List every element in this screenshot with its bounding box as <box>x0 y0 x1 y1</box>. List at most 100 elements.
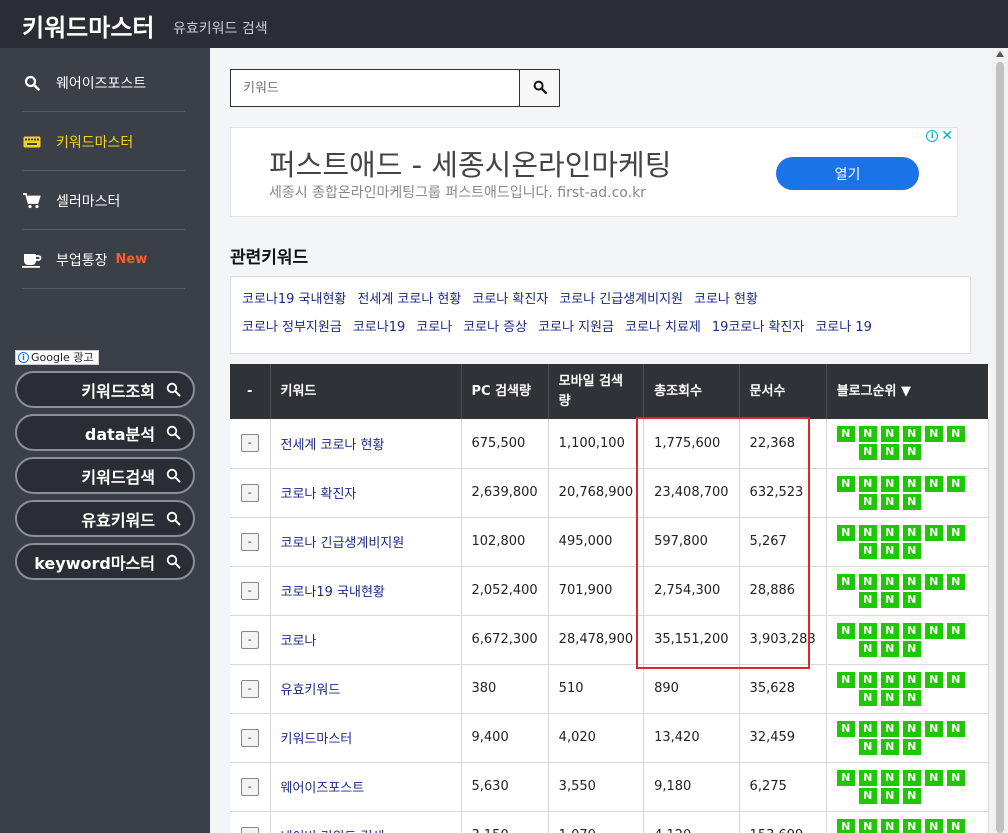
naver-rank-badge[interactable]: N <box>836 769 855 786</box>
naver-rank-badge[interactable]: N <box>836 573 855 590</box>
keyword-cell[interactable]: 코로나19 국내현황 <box>270 566 462 616</box>
naver-rank-badge[interactable]: N <box>924 769 943 786</box>
remove-row-button[interactable]: - <box>240 630 259 649</box>
sidebar-item-side-job[interactable]: 부업통장 New <box>22 231 185 289</box>
google-ad-label[interactable]: i Google 광고 <box>15 350 99 365</box>
naver-rank-badge[interactable]: N <box>836 818 855 833</box>
naver-rank-badge[interactable]: N <box>902 787 921 804</box>
naver-rank-badge[interactable]: N <box>880 787 899 804</box>
naver-rank-badge[interactable]: N <box>858 524 877 541</box>
naver-rank-badge[interactable]: N <box>946 475 965 492</box>
naver-rank-badge[interactable]: N <box>836 622 855 639</box>
related-keyword-link[interactable]: 전세계 코로나 현황 <box>357 288 461 316</box>
remove-row-button[interactable]: - <box>240 483 259 502</box>
naver-rank-badge[interactable]: N <box>858 671 877 688</box>
naver-rank-badge[interactable]: N <box>858 591 877 608</box>
ad-title[interactable]: 퍼스트애드 - 세종시온라인마케팅 <box>269 142 671 184</box>
related-keyword-link[interactable]: 코로나 현황 <box>694 288 758 316</box>
naver-rank-badge[interactable]: N <box>902 671 921 688</box>
naver-rank-badge[interactable]: N <box>946 769 965 786</box>
naver-rank-badge[interactable]: N <box>858 720 877 737</box>
scrollbar[interactable] <box>992 48 1008 833</box>
remove-row-button[interactable]: - <box>240 826 259 833</box>
naver-rank-badge[interactable]: N <box>880 426 899 443</box>
close-icon[interactable]: ✕ <box>941 129 953 143</box>
keyword-cell[interactable]: 코로나 긴급생계비지원 <box>270 517 462 567</box>
related-keyword-link[interactable]: 코로나19 <box>353 316 405 344</box>
naver-rank-badge[interactable]: N <box>880 475 899 492</box>
naver-rank-badge[interactable]: N <box>858 640 877 657</box>
naver-rank-badge[interactable]: N <box>880 524 899 541</box>
related-keyword-link[interactable]: 코로나 19 <box>815 316 872 344</box>
naver-rank-badge[interactable]: N <box>946 524 965 541</box>
naver-rank-badge[interactable]: N <box>902 738 921 755</box>
naver-rank-badge[interactable]: N <box>902 591 921 608</box>
related-keyword-link[interactable]: 코로나 확진자 <box>472 288 548 316</box>
related-keyword-link[interactable]: 코로나 긴급생계비지원 <box>559 288 683 316</box>
naver-rank-badge[interactable]: N <box>858 689 877 706</box>
naver-rank-badge[interactable]: N <box>858 738 877 755</box>
naver-rank-badge[interactable]: N <box>858 818 877 833</box>
sidebar-pill-data-analysis[interactable]: data분석 <box>15 414 195 451</box>
naver-rank-badge[interactable]: N <box>858 444 877 461</box>
keyword-cell[interactable]: 전세계 코로나 현황 <box>270 419 462 469</box>
naver-rank-badge[interactable]: N <box>880 573 899 590</box>
related-keyword-link[interactable]: 코로나 <box>416 316 452 344</box>
sidebar-pill-keyword-master[interactable]: keyword마스터 <box>15 543 195 580</box>
naver-rank-badge[interactable]: N <box>836 720 855 737</box>
related-keyword-link[interactable]: 코로나 증상 <box>463 316 527 344</box>
naver-rank-badge[interactable]: N <box>880 671 899 688</box>
col-mobile-volume[interactable]: 모바일 검색량 <box>548 364 645 419</box>
naver-rank-badge[interactable]: N <box>858 542 877 559</box>
sidebar-item-keywordmaster[interactable]: 키워드마스터 <box>22 113 185 171</box>
naver-rank-badge[interactable]: N <box>880 720 899 737</box>
naver-rank-badge[interactable]: N <box>924 524 943 541</box>
naver-rank-badge[interactable]: N <box>836 524 855 541</box>
naver-rank-badge[interactable]: N <box>902 542 921 559</box>
related-keyword-link[interactable]: 코로나 정부지원금 <box>242 316 342 344</box>
keyword-cell[interactable]: 코로나 확진자 <box>270 468 462 518</box>
naver-rank-badge[interactable]: N <box>924 573 943 590</box>
sidebar-pill-keyword-search[interactable]: 키워드검색 <box>15 457 195 494</box>
naver-rank-badge[interactable]: N <box>946 671 965 688</box>
naver-rank-badge[interactable]: N <box>880 444 899 461</box>
naver-rank-badge[interactable]: N <box>902 769 921 786</box>
keyword-cell[interactable]: 유효키워드 <box>270 664 462 714</box>
naver-rank-badge[interactable]: N <box>836 426 855 443</box>
naver-rank-badge[interactable]: N <box>858 573 877 590</box>
remove-row-button[interactable]: - <box>240 679 259 698</box>
naver-rank-badge[interactable]: N <box>858 769 877 786</box>
naver-rank-badge[interactable]: N <box>858 426 877 443</box>
search-button[interactable] <box>519 70 559 106</box>
naver-rank-badge[interactable]: N <box>836 671 855 688</box>
col-total-views[interactable]: 총조회수 <box>643 364 740 419</box>
naver-rank-badge[interactable]: N <box>946 573 965 590</box>
keyword-search-input[interactable] <box>231 70 519 106</box>
sidebar-item-whereispost[interactable]: 웨어이즈포스트 <box>22 54 185 112</box>
naver-rank-badge[interactable]: N <box>858 493 877 510</box>
naver-rank-badge[interactable]: N <box>902 444 921 461</box>
scroll-up-arrow-icon[interactable] <box>996 51 1004 57</box>
ad-banner[interactable]: 퍼스트애드 - 세종시온라인마케팅 세종시 종합온라인마케팅그룹 퍼스트애드입니… <box>230 127 958 217</box>
naver-rank-badge[interactable]: N <box>946 818 965 833</box>
naver-rank-badge[interactable]: N <box>880 591 899 608</box>
remove-row-button[interactable]: - <box>240 777 259 796</box>
keyword-cell[interactable]: 웨어이즈포스트 <box>270 762 462 812</box>
keyword-cell[interactable]: 코로나 <box>270 615 462 665</box>
naver-rank-badge[interactable]: N <box>836 475 855 492</box>
remove-row-button[interactable]: - <box>240 728 259 747</box>
naver-rank-badge[interactable]: N <box>880 769 899 786</box>
naver-rank-badge[interactable]: N <box>902 573 921 590</box>
sidebar-item-sellermaster[interactable]: 셀러마스터 <box>22 172 185 230</box>
col-document-count[interactable]: 문서수 <box>739 364 827 419</box>
related-keyword-link[interactable]: 코로나 치료제 <box>625 316 701 344</box>
naver-rank-badge[interactable]: N <box>880 640 899 657</box>
sidebar-pill-keyword-lookup[interactable]: 키워드조회 <box>15 371 195 408</box>
naver-rank-badge[interactable]: N <box>946 622 965 639</box>
naver-rank-badge[interactable]: N <box>858 622 877 639</box>
naver-rank-badge[interactable]: N <box>902 622 921 639</box>
naver-rank-badge[interactable]: N <box>924 475 943 492</box>
naver-rank-badge[interactable]: N <box>924 720 943 737</box>
naver-rank-badge[interactable]: N <box>924 818 943 833</box>
ad-choices[interactable]: i ✕ <box>926 129 953 143</box>
